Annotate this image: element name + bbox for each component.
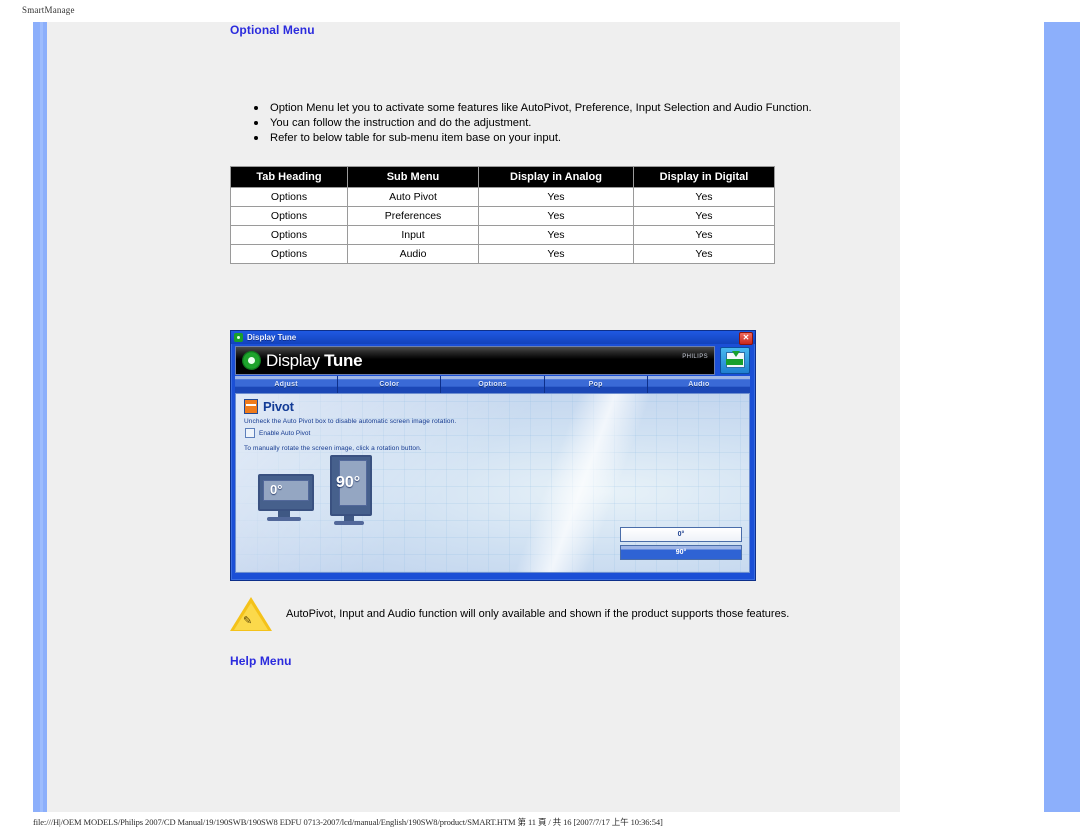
brand-mark: PHILIPS: [682, 350, 708, 361]
table-row: Options Audio Yes Yes: [231, 245, 774, 263]
table-cell: Audio: [348, 245, 478, 263]
table-row: Options Input Yes Yes: [231, 226, 774, 244]
window-title: Display Tune: [247, 333, 297, 342]
list-item: Option Menu let you to activate some fea…: [250, 101, 866, 116]
window-titlebar: Display Tune: [231, 331, 755, 344]
pivot-description: Uncheck the Auto Pivot box to disable au…: [244, 418, 457, 425]
pivot-panel: Pivot Uncheck the Auto Pivot box to disa…: [235, 393, 750, 573]
warning-note: ✎ AutoPivot, Input and Audio function wi…: [230, 597, 870, 631]
banner-title-part2: Tune: [324, 350, 363, 370]
document-band-icon: [726, 359, 743, 365]
brand-name: PHILIPS: [682, 354, 708, 360]
rotate-0-button[interactable]: 0°: [620, 527, 742, 542]
table-cell: Options: [231, 188, 347, 206]
table-cell: Yes: [479, 188, 633, 206]
table-cell: Yes: [634, 245, 774, 263]
monitor-base-icon: [267, 517, 301, 521]
table-cell: Yes: [634, 226, 774, 244]
right-blue-rail: [1044, 22, 1080, 812]
monitor-base-icon: [334, 521, 364, 525]
tab-label: Color: [379, 381, 400, 388]
table-header-cell: Display in Digital: [634, 167, 774, 187]
list-item: You can follow the instruction and do th…: [250, 116, 866, 131]
tab-pop[interactable]: Pop: [544, 376, 648, 393]
monitor-screen-icon: [258, 474, 314, 511]
options-table: Tab Heading Sub Menu Display in Analog D…: [230, 166, 775, 264]
table-cell: Yes: [479, 226, 633, 244]
close-icon[interactable]: ✕: [739, 332, 753, 345]
save-profile-button[interactable]: [720, 347, 750, 374]
enable-auto-pivot-checkbox[interactable]: Enable Auto Pivot: [245, 428, 310, 438]
monitor-portrait-label: 90°: [336, 474, 361, 491]
list-item-text: Option Menu let you to activate some fea…: [270, 102, 812, 114]
banner-title-part1: Display: [266, 350, 325, 370]
footer-path: file:///H|/OEM MODELS/Philips 2007/CD Ma…: [33, 817, 663, 827]
bullet-dot-icon: [254, 136, 258, 140]
table-cell: Options: [231, 226, 347, 244]
table-cell: Yes: [479, 245, 633, 263]
table-header-cell: Tab Heading: [231, 167, 347, 187]
bullet-dot-icon: [254, 121, 258, 125]
app-banner: Display Tune PHILIPS: [235, 346, 715, 375]
table-cell: Preferences: [348, 207, 478, 225]
checkbox-icon: [245, 428, 255, 438]
pivot-icon: [244, 399, 258, 414]
tab-adjust[interactable]: Adjust: [235, 376, 339, 393]
page-right-gap: [900, 22, 1044, 812]
philips-shield-icon: [242, 351, 261, 370]
page-title-optional-menu: Optional Menu: [230, 23, 315, 37]
panel-title: Pivot: [263, 399, 294, 414]
rotate-90-button[interactable]: 90°: [620, 545, 742, 560]
list-item-text: You can follow the instruction and do th…: [270, 117, 532, 129]
tab-label: Audio: [688, 381, 710, 388]
page-title-help-menu: Help Menu: [230, 654, 292, 668]
tab-label: Pop: [588, 381, 603, 388]
table-cell: Yes: [634, 207, 774, 225]
checkbox-label: Enable Auto Pivot: [259, 429, 311, 437]
warning-pencil-icon: ✎: [243, 614, 253, 627]
monitor-landscape-label: 0°: [270, 482, 283, 497]
table-header-cell: Sub Menu: [348, 167, 478, 187]
tab-label: Options: [478, 381, 507, 388]
table-cell: Yes: [479, 207, 633, 225]
bullet-dot-icon: [254, 106, 258, 110]
warning-note-text: AutoPivot, Input and Audio function will…: [286, 608, 790, 620]
rotation-button-group: 0° 90°: [620, 527, 742, 563]
table-cell: Options: [231, 245, 347, 263]
table-row: Options Auto Pivot Yes Yes: [231, 188, 774, 206]
table-cell: Yes: [634, 188, 774, 206]
table-header-cell: Display in Analog: [479, 167, 633, 187]
table-row: Options Preferences Yes Yes: [231, 207, 774, 225]
pivot-manual-instruction: To manually rotate the screen image, cli…: [244, 445, 422, 452]
table-cell: Auto Pivot: [348, 188, 478, 206]
monitor-landscape-illustration[interactable]: [258, 474, 314, 521]
download-arrow-icon: [732, 351, 740, 357]
pivot-heading: Pivot: [244, 399, 294, 414]
list-item: Refer to below table for sub-menu item b…: [250, 131, 866, 146]
warning-triangle-icon: ✎: [230, 597, 272, 631]
table-header-row: Tab Heading Sub Menu Display in Analog D…: [231, 167, 774, 187]
content-area: Optional Menu Option Menu let you to act…: [228, 22, 888, 812]
tab-options[interactable]: Options: [441, 376, 545, 393]
left-blue-rail-highlight: [40, 22, 43, 812]
display-tune-window: Display Tune ✕ Display Tune PHILIPS Adju…: [230, 330, 756, 581]
table-cell: Options: [231, 207, 347, 225]
tab-audio[interactable]: Audio: [647, 376, 751, 393]
table-cell: Input: [348, 226, 478, 244]
tab-label: Adjust: [274, 381, 298, 388]
banner-title: Display Tune: [266, 350, 363, 371]
top-label: SmartManage: [22, 5, 75, 15]
bullet-list: Option Menu let you to activate some fea…: [250, 101, 866, 146]
tab-color[interactable]: Color: [338, 376, 442, 393]
app-icon: [234, 333, 243, 342]
tab-bar: Adjust Color Options Pop Audio: [235, 376, 751, 393]
list-item-text: Refer to below table for sub-menu item b…: [270, 132, 562, 144]
